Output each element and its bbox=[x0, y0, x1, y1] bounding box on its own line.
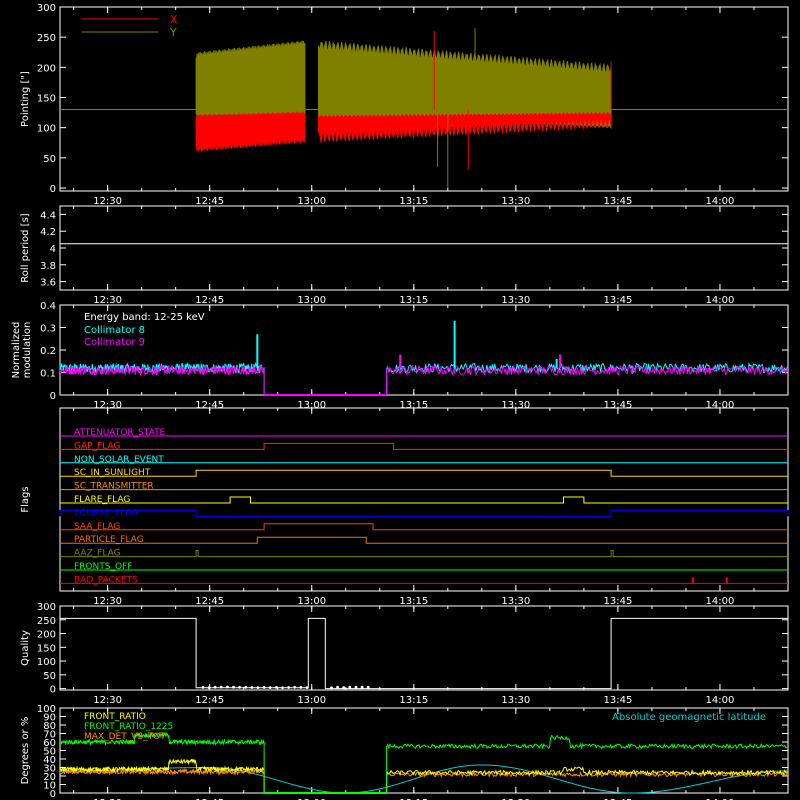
quality-point bbox=[256, 686, 260, 689]
quality-point bbox=[342, 686, 346, 690]
time-tick-label: 13:30 bbox=[501, 596, 530, 607]
quality-point bbox=[281, 686, 284, 690]
legend-label-max-det-vs-tot: MAX_DET_VS_TOT bbox=[84, 732, 166, 742]
time-tick-label: 13:00 bbox=[297, 295, 326, 306]
y-tick-label: 0 bbox=[50, 391, 56, 402]
time-tick-label: 12:45 bbox=[195, 695, 224, 706]
quality-point bbox=[348, 685, 352, 689]
quality-point bbox=[226, 685, 229, 689]
y-tick-label: 0.3 bbox=[40, 324, 56, 335]
quality-point bbox=[305, 686, 309, 689]
quality-point bbox=[287, 686, 290, 689]
y-tick-label: 200 bbox=[37, 630, 56, 641]
y-tick-label: 50 bbox=[43, 671, 56, 682]
y-axis-label: Pointing ["] bbox=[20, 71, 31, 127]
quality-point bbox=[213, 685, 217, 689]
time-tick-label: 13:45 bbox=[603, 196, 632, 207]
quality-point bbox=[219, 685, 223, 689]
time-tick-label: 14:00 bbox=[706, 695, 735, 706]
time-tick-label: 12:30 bbox=[93, 596, 122, 607]
y-tick-label: 3.8 bbox=[40, 261, 56, 272]
quality-point bbox=[336, 685, 339, 689]
y-tick-label: 150 bbox=[37, 93, 56, 104]
y-tick-label: 100 bbox=[37, 704, 56, 715]
legend-label-collimator-8: Collimator 8 bbox=[84, 325, 145, 336]
y-tick-label: 200 bbox=[37, 63, 56, 74]
y-axis-label: Quality bbox=[20, 630, 31, 666]
time-tick-label: 13:30 bbox=[501, 695, 530, 706]
y-axis-label: Degrees or % bbox=[20, 717, 31, 785]
y-axis-label: Normalizedmodulation bbox=[11, 322, 33, 379]
quality-point bbox=[262, 686, 266, 689]
time-tick-label: 13:15 bbox=[399, 596, 428, 607]
geomagnetic-latitude-label: Absolute geomagnetic latitude bbox=[612, 712, 766, 723]
quality-point bbox=[232, 685, 235, 689]
y-tick-label: 50 bbox=[43, 154, 56, 165]
quality-point bbox=[201, 686, 205, 689]
y-tick-label: 250 bbox=[37, 33, 56, 44]
time-tick-label: 13:15 bbox=[399, 295, 428, 306]
quality-point bbox=[275, 686, 278, 689]
time-tick-label: 12:30 bbox=[93, 295, 122, 306]
time-tick-label: 13:00 bbox=[297, 596, 326, 607]
y-tick-label: 0 bbox=[50, 685, 56, 696]
y-axis-label-line: Normalized bbox=[11, 322, 22, 379]
time-tick-label: 13:30 bbox=[501, 295, 530, 306]
time-tick-label: 14:00 bbox=[706, 196, 735, 207]
quality-point bbox=[268, 686, 272, 689]
legend-label-x: X bbox=[170, 13, 178, 26]
quality-point bbox=[299, 686, 303, 689]
y-tick-label: 250 bbox=[37, 616, 56, 627]
time-tick-label: 14:00 bbox=[706, 596, 735, 607]
time-tick-label: 13:30 bbox=[501, 196, 530, 207]
hessi-quicklook-plot: 12:30 12:45 13:00 13:15 13:30 13:45 14:00 0 50 10… bbox=[0, 0, 800, 800]
energy-band-label: Energy band: 12-25 keV bbox=[84, 312, 205, 323]
time-tick-label: 13:45 bbox=[603, 695, 632, 706]
time-tick-label: 13:15 bbox=[399, 196, 428, 207]
time-tick-label: 13:00 bbox=[297, 695, 326, 706]
y-tick-label: 0 bbox=[50, 184, 56, 195]
time-tick-label: 13:45 bbox=[603, 596, 632, 607]
quality-point bbox=[360, 685, 364, 689]
time-tick-label: 12:45 bbox=[195, 295, 224, 306]
quality-point bbox=[207, 686, 211, 690]
quality-point bbox=[238, 685, 242, 689]
legend-label-front-ratio: FRONT_RATIO bbox=[84, 712, 146, 722]
y-tick-label: 0.4 bbox=[40, 301, 56, 312]
y-tick-label: 100 bbox=[37, 657, 56, 668]
y-axis-label: Flags bbox=[20, 486, 31, 512]
time-tick-label: 13:00 bbox=[297, 196, 326, 207]
y-tick-label: 300 bbox=[37, 3, 56, 14]
time-tick-label: 12:45 bbox=[195, 196, 224, 207]
y-tick-label: 100 bbox=[37, 124, 56, 135]
y-axis-label: Roll period [s] bbox=[20, 213, 31, 282]
time-tick-label: 13:45 bbox=[603, 295, 632, 306]
quality-point bbox=[250, 686, 254, 689]
y-tick-label: 4.4 bbox=[40, 210, 56, 221]
time-tick-label: 14:00 bbox=[706, 295, 735, 306]
legend-label-collimator-9: Collimator 9 bbox=[84, 337, 145, 348]
time-tick-label: 13:15 bbox=[399, 695, 428, 706]
y-tick-label: 300 bbox=[37, 602, 56, 613]
y-tick-label: 0.1 bbox=[40, 369, 56, 380]
time-tick-label: 12:30 bbox=[93, 196, 122, 207]
legend-label-front-ratio-1225: FRONT_RATIO_1225 bbox=[84, 722, 173, 732]
y-tick-label: 150 bbox=[37, 643, 56, 654]
y-tick-label: 0.2 bbox=[40, 346, 56, 357]
y-axis-label-line: modulation bbox=[22, 322, 33, 379]
legend-label-y: Y bbox=[169, 26, 177, 39]
quality-point bbox=[330, 686, 333, 690]
quality-point bbox=[354, 685, 358, 689]
quality-point bbox=[366, 685, 370, 689]
y-tick-label: 3.6 bbox=[40, 278, 56, 289]
time-tick-label: 12:30 bbox=[93, 695, 122, 706]
quality-point bbox=[244, 685, 248, 689]
quality-point bbox=[293, 685, 297, 689]
y-tick-label: 4 bbox=[50, 244, 56, 255]
y-tick-label: 4.2 bbox=[40, 227, 56, 238]
time-tick-label: 12:45 bbox=[195, 596, 224, 607]
